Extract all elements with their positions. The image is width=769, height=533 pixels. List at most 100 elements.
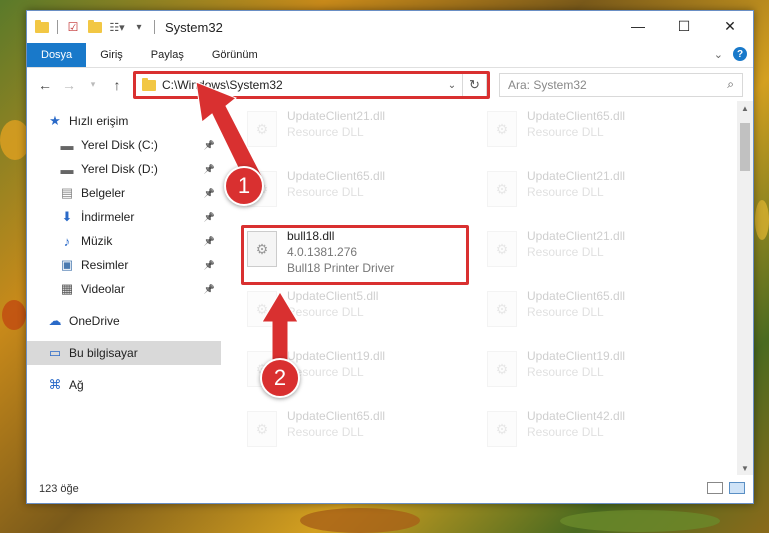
file-item[interactable]: ⚙ UpdateClient5.dll Resource DLL bbox=[247, 281, 477, 337]
close-button[interactable]: ✕ bbox=[707, 11, 753, 41]
divider bbox=[57, 20, 58, 34]
dll-file-icon: ⚙ bbox=[487, 171, 517, 207]
computer-icon: ▭ bbox=[48, 345, 62, 360]
file-name: UpdateClient65.dll bbox=[527, 109, 626, 123]
file-item[interactable]: ⚙ UpdateClient21.dll Resource DLL bbox=[487, 161, 717, 217]
file-description: Resource DLL bbox=[527, 305, 604, 319]
pin-icon[interactable]: 📌 bbox=[204, 284, 215, 295]
view-buttons bbox=[707, 482, 745, 494]
recent-locations-icon[interactable]: ▾ bbox=[83, 75, 103, 95]
sidebar-item[interactable]: ▬ Yerel Disk (C:) 📌 bbox=[27, 133, 221, 157]
file-description: Resource DLL bbox=[287, 365, 364, 379]
file-item[interactable]: ⚙UpdateClient65.dllResource DLL bbox=[247, 161, 477, 217]
file-text: UpdateClient19.dll Resource DLL bbox=[527, 349, 625, 379]
pin-icon[interactable]: 📌 bbox=[204, 260, 215, 271]
explorer-window: ☑ ☷▾ ▾ System32 — ☐ ✕ Dosya Giriş Paylaş… bbox=[26, 10, 754, 504]
download-icon: ⬇ bbox=[61, 209, 73, 224]
file-text: UpdateClient21.dll Resource DLL bbox=[287, 109, 385, 139]
file-text: UpdateClient19.dll Resource DLL bbox=[287, 349, 385, 379]
scroll-down-icon[interactable]: ▼ bbox=[737, 461, 753, 475]
picture-icon: ▣ bbox=[60, 257, 74, 272]
pin-icon[interactable]: 📌 bbox=[204, 140, 215, 151]
quick-access-dropdown-icon[interactable]: ▾ bbox=[132, 20, 146, 34]
search-icon: ⌕ bbox=[727, 77, 734, 91]
tab-view[interactable]: Görünüm bbox=[198, 43, 272, 67]
tab-share[interactable]: Paylaş bbox=[137, 43, 198, 67]
file-description: Resource DLL bbox=[287, 185, 364, 199]
file-text: UpdateClient21.dll Resource DLL bbox=[527, 169, 625, 199]
customize-toolbar-icon[interactable]: ☷▾ bbox=[109, 20, 124, 34]
sidebar-item-label: Bu bilgisayar bbox=[69, 346, 138, 360]
sidebar-item[interactable]: ⌘ Ağ bbox=[27, 373, 221, 397]
sidebar-item[interactable]: ▦ Videolar 📌 bbox=[27, 277, 221, 301]
file-item[interactable]: ⚙UpdateClient65.dllResource DLL bbox=[487, 281, 717, 337]
sidebar-item[interactable]: ▭ Bu bilgisayar bbox=[27, 341, 221, 365]
forward-arrow-icon[interactable]: → bbox=[59, 75, 79, 95]
scroll-thumb[interactable] bbox=[740, 123, 750, 171]
background-leaf bbox=[755, 200, 769, 240]
file-name: UpdateClient65.dll bbox=[287, 409, 386, 423]
ribbon-tabs: Dosya Giriş Paylaş Görünüm ⌄ ? bbox=[27, 43, 753, 67]
file-description: Resource DLL bbox=[527, 425, 604, 439]
sidebar-item[interactable]: ★ Hızlı erişim bbox=[27, 109, 221, 133]
sidebar-item[interactable]: ▣ Resimler 📌 bbox=[27, 253, 221, 277]
file-item[interactable]: ⚙ UpdateClient21.dll Resource DLL bbox=[247, 101, 477, 157]
tab-file[interactable]: Dosya bbox=[27, 43, 87, 67]
properties-icon[interactable]: ☑ bbox=[66, 20, 80, 34]
document-icon: ▤ bbox=[60, 185, 74, 200]
cloud-icon: ☁ bbox=[48, 313, 62, 328]
file-name: UpdateClient21.dll bbox=[527, 169, 626, 183]
scroll-up-icon[interactable]: ▲ bbox=[737, 101, 753, 115]
file-item[interactable]: ⚙ UpdateClient21.dll Resource DLL bbox=[487, 221, 717, 277]
help-icon[interactable]: ? bbox=[733, 47, 747, 61]
file-item[interactable]: ⚙UpdateClient65.dllResource DLL bbox=[247, 401, 477, 457]
drive-icon: ▬ bbox=[60, 137, 74, 153]
sidebar-item-label: OneDrive bbox=[69, 314, 120, 328]
file-text: UpdateClient65.dll Resource DLL bbox=[527, 109, 625, 139]
minimize-button[interactable]: — bbox=[615, 11, 661, 41]
sidebar-item[interactable]: ⬇ İndirmeler 📌 bbox=[27, 205, 221, 229]
dll-file-icon: ⚙ bbox=[487, 111, 517, 147]
sidebar-item[interactable]: ♪ Müzik 📌 bbox=[27, 229, 221, 253]
star-icon: ★ bbox=[49, 113, 61, 128]
file-list: ▲ ▼ ⚙ UpdateClient21.dll Resource DLL ⚙ Upda… bbox=[221, 101, 753, 475]
tab-home[interactable]: Giriş bbox=[86, 43, 137, 67]
file-description: Resource DLL bbox=[527, 365, 604, 379]
sidebar-item[interactable]: ☁ OneDrive bbox=[27, 309, 221, 333]
back-arrow-icon[interactable]: ← bbox=[35, 75, 55, 95]
network-icon: ⌘ bbox=[48, 377, 62, 392]
sidebar-item[interactable]: ▬ Yerel Disk (D:) 📌 bbox=[27, 157, 221, 181]
sidebar-item-label: Videolar bbox=[81, 282, 125, 296]
dll-file-icon: ⚙ bbox=[487, 231, 517, 267]
vertical-scrollbar[interactable]: ▲ ▼ bbox=[737, 101, 753, 475]
file-item[interactable]: ⚙ UpdateClient42.dll Resource DLL bbox=[487, 401, 717, 457]
file-description: Resource DLL bbox=[287, 425, 364, 439]
file-name: UpdateClient19.dll bbox=[527, 349, 626, 363]
tiles-view-icon[interactable] bbox=[729, 482, 745, 494]
up-arrow-icon[interactable]: ↑ bbox=[107, 75, 127, 95]
file-description: Resource DLL bbox=[527, 125, 604, 139]
details-view-icon[interactable] bbox=[707, 482, 723, 494]
pin-icon[interactable]: 📌 bbox=[204, 164, 215, 175]
expand-ribbon-icon[interactable]: ⌄ bbox=[714, 48, 723, 61]
search-placeholder: Ara: System32 bbox=[508, 78, 587, 92]
background-leaf bbox=[300, 508, 420, 533]
annotation-badge-1: 1 bbox=[224, 166, 264, 206]
search-input[interactable]: Ara: System32 ⌕ bbox=[499, 73, 743, 97]
sidebar-item-label: Belgeler bbox=[81, 186, 126, 200]
title-bar: ☑ ☷▾ ▾ System32 — ☐ ✕ bbox=[27, 11, 753, 43]
pin-icon[interactable]: 📌 bbox=[204, 236, 215, 247]
background-leaf bbox=[2, 300, 26, 330]
pin-icon[interactable]: 📌 bbox=[204, 188, 215, 199]
file-item[interactable]: ⚙ UpdateClient19.dll Resource DLL bbox=[487, 341, 717, 397]
file-item[interactable]: ⚙ UpdateClient65.dll Resource DLL bbox=[487, 101, 717, 157]
maximize-button[interactable]: ☐ bbox=[661, 11, 707, 41]
sidebar-item-label: Yerel Disk (D:) bbox=[81, 162, 158, 176]
new-folder-icon[interactable] bbox=[88, 19, 102, 34]
navigation-bar: ← → ▾ ↑ C:\Windows\System32 ⌄ ↻ Ara: Sys… bbox=[27, 67, 753, 101]
file-name: UpdateClient65.dll bbox=[287, 169, 386, 183]
sidebar-item[interactable]: ▤ Belgeler 📌 bbox=[27, 181, 221, 205]
sidebar-item-label: Müzik bbox=[81, 234, 113, 248]
pin-icon[interactable]: 📌 bbox=[204, 212, 215, 223]
file-text: UpdateClient65.dll Resource DLL bbox=[527, 289, 625, 319]
